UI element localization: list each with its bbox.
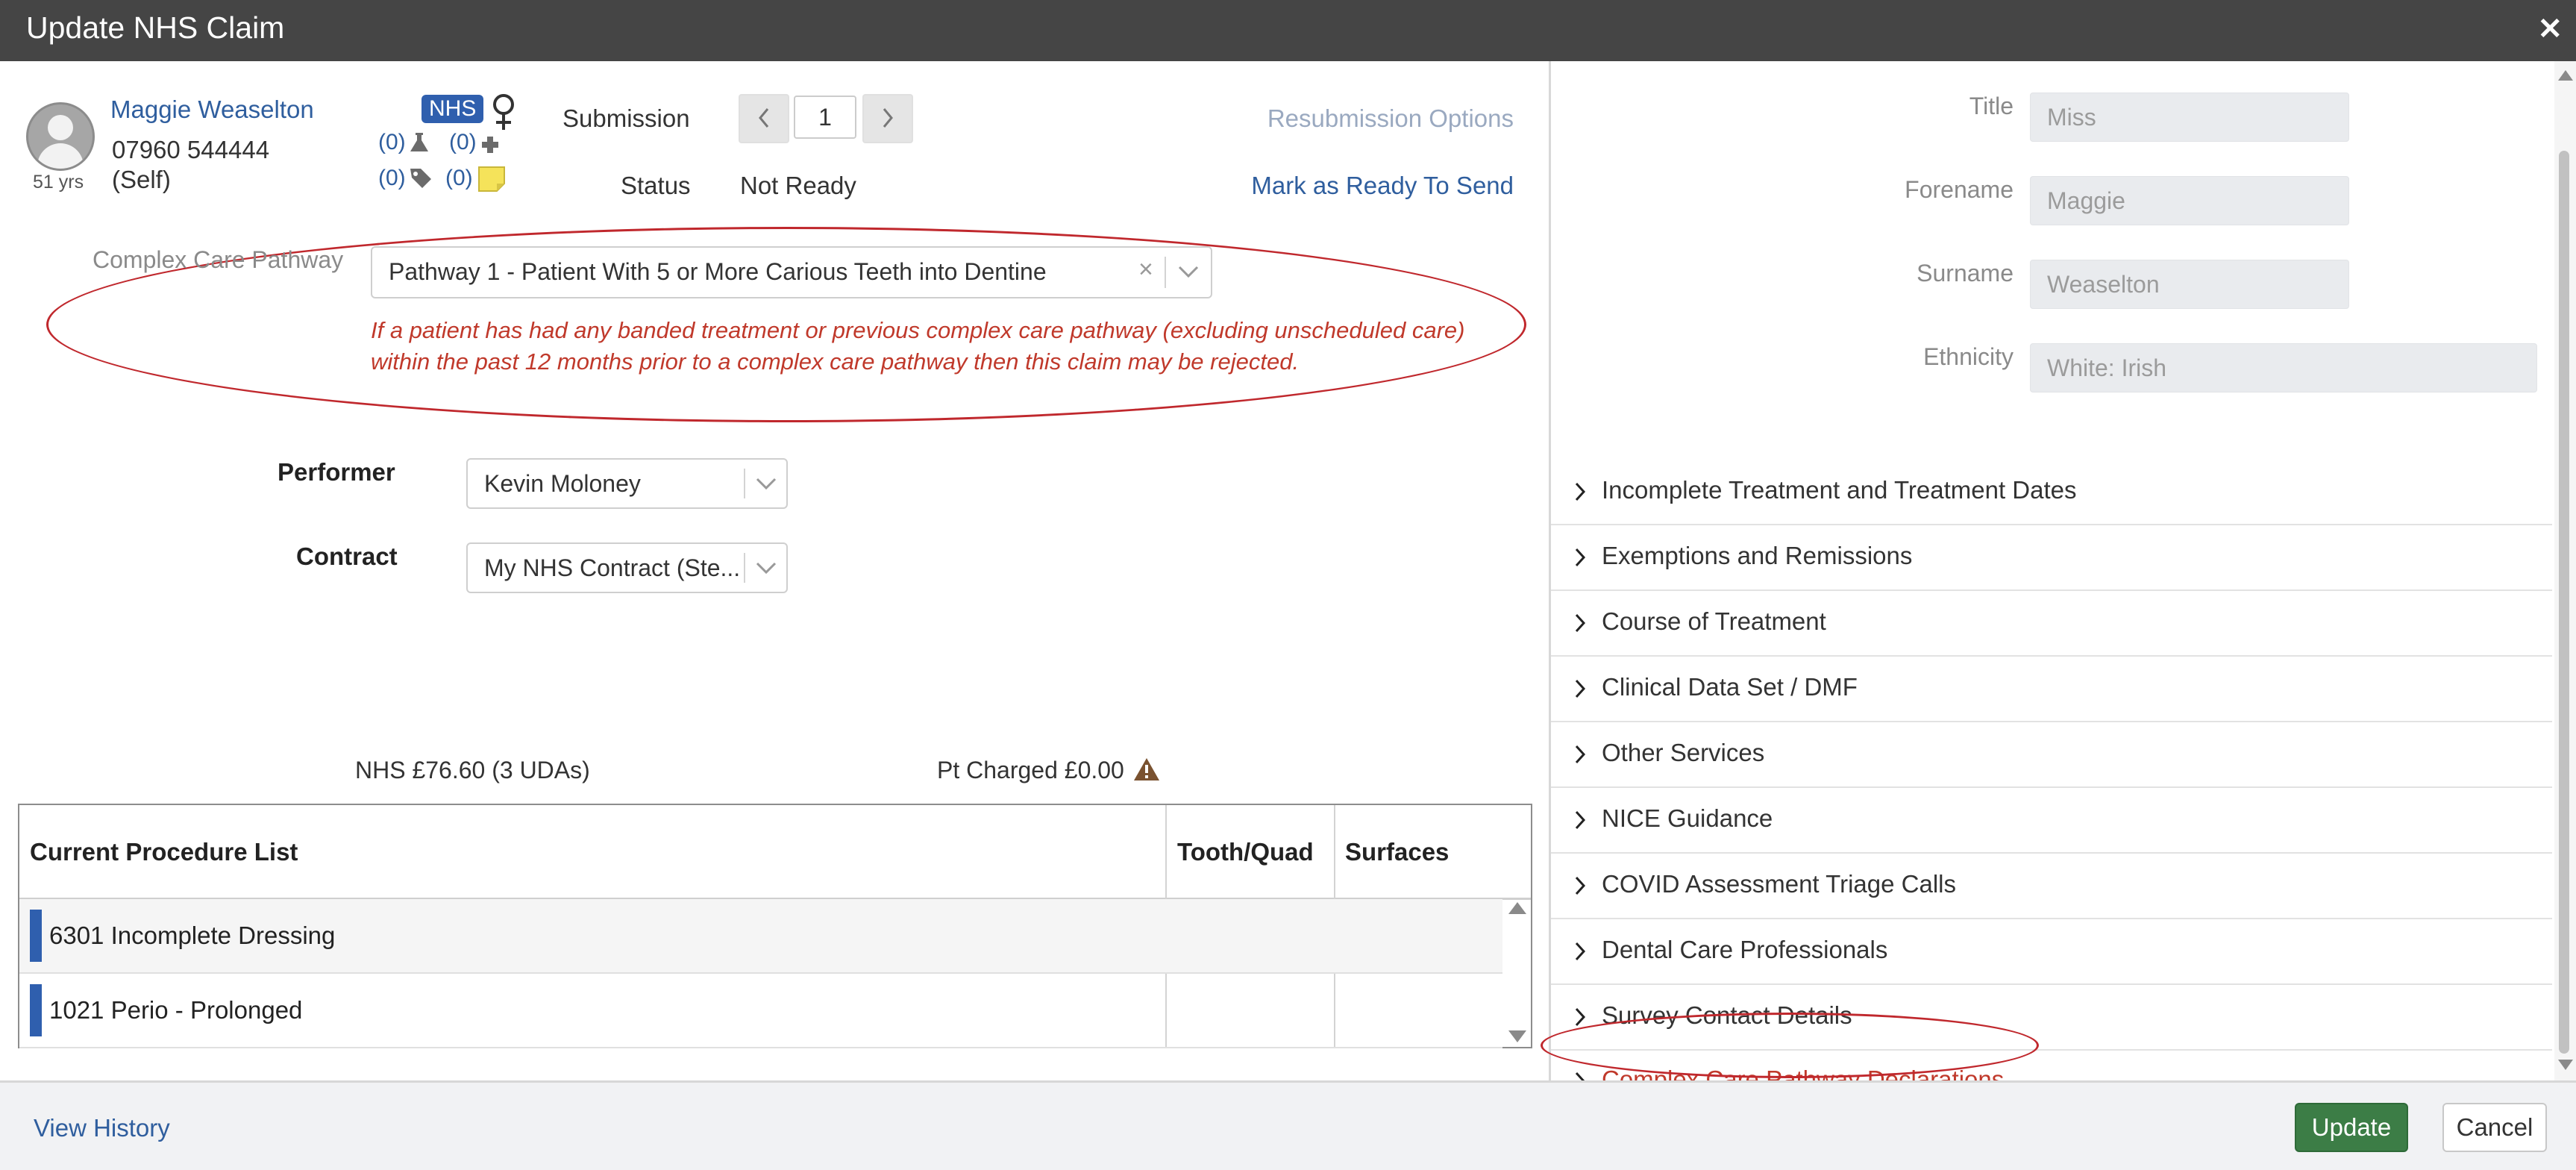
table-row[interactable]: 6301 Incomplete Dressing [19,899,1502,974]
chevron-right-icon [1575,1007,1586,1027]
notes-count[interactable]: (0) [445,166,473,191]
section-incomplete-treatment[interactable]: Incomplete Treatment and Treatment Dates [1551,460,2552,525]
submission-label: Submission [562,104,690,132]
section-survey-contact[interactable]: Survey Contact Details [1551,985,2552,1051]
contract-label: Contract [296,542,398,570]
chevron-down-icon [1178,266,1199,278]
medical-plus-icon [482,137,498,153]
dialog-titlebar: Update NHS Claim ✕ [0,0,2576,61]
procedure-table-header: Current Procedure List Tooth/Quad Surfac… [19,805,1531,900]
chevron-right-icon [1575,679,1586,698]
title-field[interactable] [2030,93,2349,142]
ccp-select[interactable]: Pathway 1 - Patient With 5 or More Cario… [371,246,1212,298]
section-exemptions[interactable]: Exemptions and Remissions [1551,525,2552,591]
avatar [26,102,95,171]
section-covid-triage[interactable]: COVID Assessment Triage Calls [1551,854,2552,919]
ccp-label: Complex Care Pathway [93,246,344,273]
pt-charged: Pt Charged £0.00 [937,757,1124,783]
performer-select[interactable]: Kevin Moloney [466,458,788,509]
next-submission-button[interactable] [862,94,913,143]
section-dental-care-professionals[interactable]: Dental Care Professionals [1551,919,2552,985]
details-scrollbar[interactable] [2554,61,2576,1080]
nhs-total: NHS £76.60 (3 UDAs) [355,757,590,783]
dialog-footer: View History Update Cancel [0,1080,2576,1170]
claim-details-panel: Title Forename Surname Ethnicity Incompl… [1541,61,2576,1093]
medical-count[interactable]: (0) [449,130,477,155]
procedure-table: Current Procedure List Tooth/Quad Surfac… [18,804,1532,1048]
close-icon[interactable]: ✕ [2537,12,2563,46]
scroll-arrows-icon [1508,902,1526,1042]
patient-age: 51 yrs [33,172,84,193]
procedure-name: 1021 Perio - Prolonged [49,996,303,1024]
chevron-right-icon [1575,745,1586,764]
ethnicity-field[interactable] [2030,343,2537,392]
table-row[interactable]: 1021 Perio - Prolonged [19,974,1502,1048]
claim-left-panel: 51 yrs Maggie Weaselton 07960 544444 (Se… [0,61,1547,1080]
chevron-down-icon [756,478,777,490]
warning-icon [1134,758,1159,780]
column-header-procedure: Current Procedure List [30,838,298,866]
sticky-note-icon [478,166,505,192]
tag-icon [410,169,431,188]
status-label: Status [621,172,691,199]
ethnicity-label: Ethnicity [1923,343,2014,370]
contract-select[interactable]: My NHS Contract (Ste... [466,542,788,593]
clear-icon[interactable]: × [1138,255,1153,284]
column-header-surfaces: Surfaces [1345,838,1450,866]
chevron-right-icon [1575,482,1586,501]
chevron-right-icon [1575,548,1586,567]
mark-ready-link[interactable]: Mark as Ready To Send [1251,172,1514,200]
chevron-right-icon [1575,876,1586,895]
tags-count[interactable]: (0) [378,166,406,191]
lab-count[interactable]: (0) [378,130,406,155]
surname-label: Surname [1917,260,2014,287]
scroll-up-icon [2558,70,2573,81]
section-clinical-data-set[interactable]: Clinical Data Set / DMF [1551,657,2552,722]
dialog-title: Update NHS Claim [26,10,285,45]
ccp-selected-value: Pathway 1 - Patient With 5 or More Cario… [389,258,1047,285]
female-icon [493,94,514,130]
performer-label: Performer [278,458,395,486]
chevron-right-icon [883,108,893,128]
cancel-button[interactable]: Cancel [2442,1103,2547,1152]
status-value: Not Ready [740,172,856,199]
chevron-right-icon [1575,810,1586,830]
resubmission-options-link[interactable]: Resubmission Options [1267,104,1514,133]
patient-name-link[interactable]: Maggie Weaselton [110,96,314,124]
section-nice-guidance[interactable]: NICE Guidance [1551,788,2552,854]
nhs-badge: NHS [422,95,484,123]
chevron-left-icon [759,108,769,128]
procedure-scrollbar[interactable] [1504,898,1531,1047]
chevron-right-icon [1575,942,1586,961]
update-button[interactable]: Update [2295,1103,2408,1152]
chevron-right-icon [1575,613,1586,633]
procedure-name: 6301 Incomplete Dressing [49,922,336,949]
patient-relation: (Self) [112,166,171,193]
contract-value: My NHS Contract (Ste... [484,554,741,581]
performer-value: Kevin Moloney [484,470,641,497]
forename-field[interactable] [2030,176,2349,225]
chevron-down-icon [756,562,777,575]
forename-label: Forename [1905,176,2014,203]
prev-submission-button[interactable] [739,94,789,143]
surname-field[interactable] [2030,260,2349,309]
section-other-services[interactable]: Other Services [1551,722,2552,788]
column-header-tooth: Tooth/Quad [1177,838,1314,866]
ccp-warning-text: If a patient has had any banded treatmen… [371,317,1465,375]
title-label: Title [1969,93,2014,119]
patient-phone: 07960 544444 [112,136,270,163]
submission-number-input[interactable] [794,96,856,139]
section-course-of-treatment[interactable]: Course of Treatment [1551,591,2552,657]
flask-icon [410,133,428,151]
view-history-link[interactable]: View History [34,1114,170,1142]
scroll-down-icon [2558,1060,2573,1070]
